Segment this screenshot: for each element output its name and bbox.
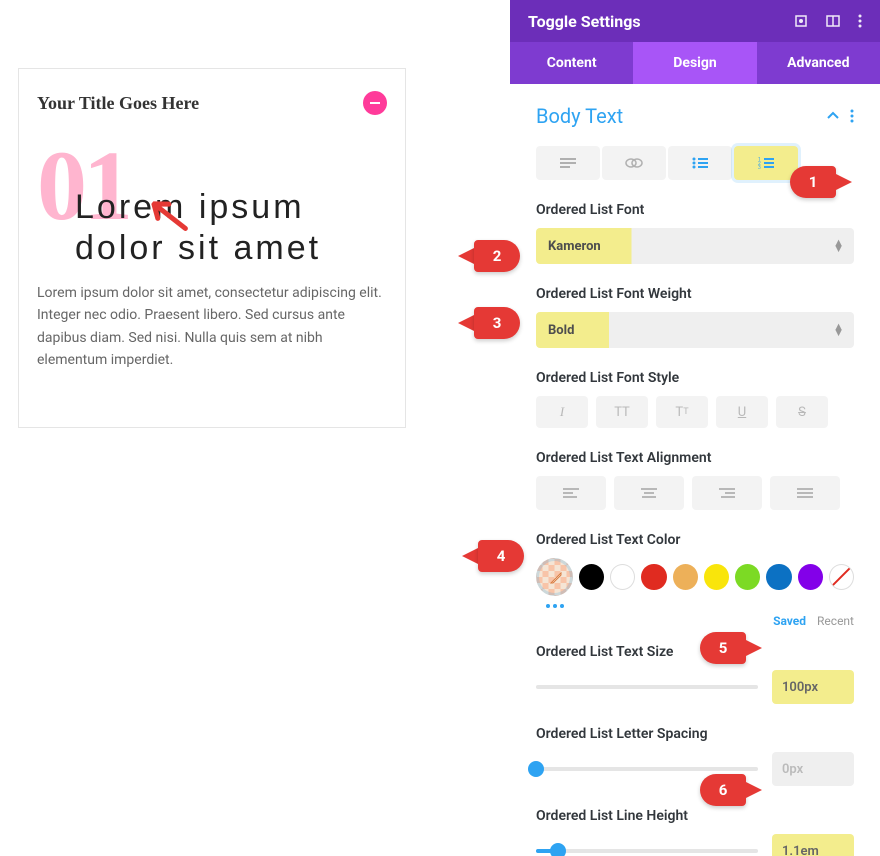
label-style: Ordered List Font Style [536,370,854,386]
toggle-title-row: Your Title Goes Here [37,91,387,115]
saved-tab[interactable]: Saved [773,614,806,628]
swatch-red[interactable] [641,564,666,590]
swatch-orange[interactable] [673,564,698,590]
label-spacing: Ordered List Letter Spacing [536,726,854,742]
body-paragraph: Lorem ipsum dolor sit amet, consectetur … [37,282,387,372]
lineheight-slider[interactable] [536,849,758,853]
swatch-yellow[interactable] [704,564,729,590]
style-buttons: I TT TT U S [536,396,854,428]
align-buttons [536,476,854,510]
lineheight-thumb[interactable] [550,843,566,856]
section-header: Body Text [536,104,854,128]
panel-header: Toggle Settings [510,0,880,42]
align-center-button[interactable] [614,476,684,510]
smallcaps-button[interactable]: TT [656,396,708,428]
columns-icon[interactable] [826,14,840,28]
spacing-thumb[interactable] [528,761,544,777]
spacing-slider-row: 0px [536,752,854,786]
spacing-input[interactable]: 0px [772,752,854,786]
field-size: Ordered List Text Size 100px [536,644,854,704]
more-icon[interactable] [850,109,854,123]
swatch-green[interactable] [735,564,760,590]
label-font: Ordered List Font [536,202,854,218]
swatch-tabs: Saved Recent [773,614,854,628]
select-font[interactable]: Kameron ▲▼ [536,228,854,264]
collapse-toggle-button[interactable] [363,91,387,115]
text-tab-ul[interactable] [668,146,732,180]
swatch-none[interactable] [829,564,854,590]
field-spacing: Ordered List Letter Spacing 0px [536,726,854,786]
align-justify-button[interactable] [770,476,840,510]
heading-line2: dolor sit amet [75,229,321,267]
tab-advanced[interactable]: Advanced [757,42,880,84]
text-tab-paragraph[interactable] [536,146,600,180]
select-arrows-icon: ▲▼ [833,240,844,252]
select-weight[interactable]: Bold ▲▼ [536,312,854,348]
section-icons [826,109,854,123]
color-swatches [536,558,854,596]
swatch-blue[interactable] [766,564,791,590]
ordered-heading-block: 01 Lorem ipsum dolor sit amet [37,143,387,228]
text-tab-link[interactable] [602,146,666,180]
label-size: Ordered List Text Size [536,644,854,660]
select-arrows-icon: ▲▼ [833,324,844,336]
text-type-tabs: 123 [536,146,854,180]
uppercase-button[interactable]: TT [596,396,648,428]
swatch-white[interactable] [610,564,635,590]
recent-tab[interactable]: Recent [817,614,854,628]
tab-content[interactable]: Content [510,42,633,84]
select-font-value: Kameron [548,239,601,254]
section-title: Body Text [536,104,623,128]
field-style: Ordered List Font Style I TT TT U S [536,370,854,428]
toggle-title: Your Title Goes Here [37,93,199,114]
spacing-slider[interactable] [536,767,758,771]
strikethrough-button[interactable]: S [776,396,828,428]
more-menu-icon[interactable] [858,14,862,28]
label-lineheight: Ordered List Line Height [536,808,854,824]
panel-body[interactable]: Body Text 123 [510,84,880,856]
size-slider-row: 100px [536,670,854,704]
swatch-black[interactable] [579,564,604,590]
size-input[interactable]: 100px [772,670,854,704]
field-lineheight: Ordered List Line Height 1.1em [536,808,854,856]
align-left-button[interactable] [536,476,606,510]
panel-title: Toggle Settings [528,12,641,31]
more-swatches-icon[interactable] [546,604,854,608]
label-weight: Ordered List Font Weight [536,286,854,302]
header-icons [794,14,862,28]
swatch-purple[interactable] [798,564,823,590]
text-tab-ol[interactable]: 123 [734,146,798,180]
heading-text: Lorem ipsum dolor sit amet [75,187,321,269]
label-align: Ordered List Text Alignment [536,450,854,466]
panel-tabs: Content Design Advanced [510,42,880,84]
underline-button[interactable]: U [716,396,768,428]
size-slider[interactable] [536,685,758,689]
field-weight: Ordered List Font Weight Bold ▲▼ [536,286,854,348]
preview-pane: Your Title Goes Here 01 Lorem ipsum dolo… [18,68,406,428]
field-align: Ordered List Text Alignment [536,450,854,510]
heading-line1: Lorem ipsum [75,188,305,226]
color-picker-button[interactable] [536,558,573,596]
settings-panel: Toggle Settings Content Design Advanced … [510,0,880,856]
expand-icon[interactable] [794,14,808,28]
italic-button[interactable]: I [536,396,588,428]
tab-design[interactable]: Design [633,42,756,84]
chevron-up-icon[interactable] [826,111,840,121]
lineheight-slider-row: 1.1em [536,834,854,856]
lineheight-input[interactable]: 1.1em [772,834,854,856]
select-weight-value: Bold [548,323,574,338]
label-color: Ordered List Text Color [536,532,854,548]
field-color: Ordered List Text Color Saved Recent [536,532,854,608]
field-font: Ordered List Font Kameron ▲▼ [536,202,854,264]
svg-text:3: 3 [758,165,761,169]
align-right-button[interactable] [692,476,762,510]
